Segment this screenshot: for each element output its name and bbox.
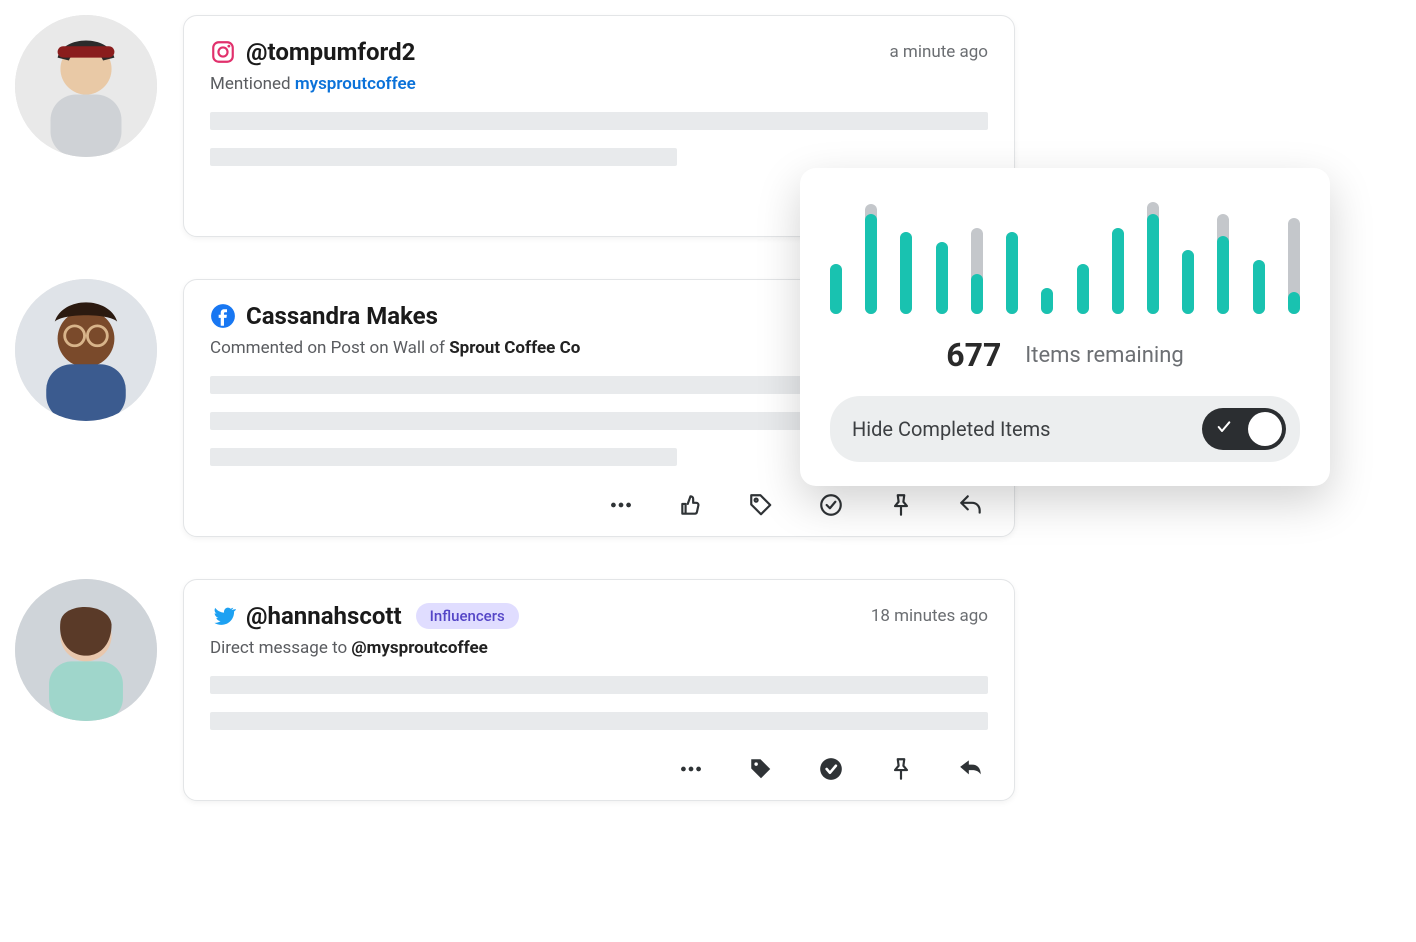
content-placeholder [210,148,677,166]
mention-link[interactable]: mysproutcoffee [295,74,416,94]
card-header: @hannahscott Influencers 18 minutes ago [210,602,988,630]
twitter-icon [210,603,236,629]
activity-line: Mentioned mysproutcoffee [210,74,988,94]
content-placeholder [210,448,677,466]
bar-remaining [936,242,948,314]
timestamp: 18 minutes ago [871,606,988,626]
card-header: @tompumford2 a minute ago [210,38,988,66]
checkmark-icon [1216,419,1232,439]
facebook-icon [210,303,236,329]
chart-bar [1217,194,1229,314]
pin-icon[interactable] [888,756,914,782]
chart-bar [1288,194,1300,314]
chart-bar [1147,194,1159,314]
chart-bar [1006,194,1018,314]
check-circle-icon[interactable] [818,492,844,518]
tag-icon[interactable] [748,492,774,518]
instagram-icon [210,39,236,65]
target-name: Sprout Coffee Co [449,338,580,358]
bar-remaining [1288,292,1300,314]
username[interactable]: @tompumford2 [246,38,415,66]
chart-bar [1182,194,1194,314]
chart-bar [1041,194,1053,314]
username[interactable]: Cassandra Makes [246,302,438,330]
activity-prefix: Direct message to [210,638,347,658]
toggle-knob [1248,412,1282,446]
hide-completed-toggle[interactable] [1202,408,1286,450]
content-placeholder [210,712,988,730]
bar-remaining [971,274,983,314]
more-icon[interactable] [608,492,634,518]
activity-prefix: Commented on Post on Wall of [210,338,445,358]
activity-prefix: Mentioned [210,74,291,94]
avatar[interactable] [15,279,157,421]
chart-bar [1112,194,1124,314]
thumbs-up-icon[interactable] [678,492,704,518]
items-label: Items remaining [1025,343,1183,368]
feed-row: @hannahscott Influencers 18 minutes ago Dir… [15,579,1015,801]
chart-bar [971,194,983,314]
action-bar [210,492,988,518]
message-card[interactable]: @hannahscott Influencers 18 minutes ago Dir… [183,579,1015,801]
hide-completed-row[interactable]: Hide Completed Items [830,396,1300,462]
chart-bar [900,194,912,314]
bar-remaining [1147,214,1159,314]
bar-remaining [1077,264,1089,314]
items-count: 677 [946,336,1001,374]
check-circle-icon[interactable] [818,756,844,782]
avatar[interactable] [15,15,157,157]
username[interactable]: @hannahscott [246,602,402,630]
items-bar-chart [830,194,1300,314]
chart-bar [1077,194,1089,314]
reply-icon[interactable] [958,492,984,518]
chart-bar [1253,194,1265,314]
more-icon[interactable] [678,756,704,782]
chart-bar [936,194,948,314]
hide-completed-label: Hide Completed Items [852,417,1050,441]
bar-remaining [1041,288,1053,314]
bar-remaining [900,232,912,314]
bar-remaining [1006,232,1018,314]
timestamp: a minute ago [889,42,988,62]
bar-remaining [1253,260,1265,314]
avatar[interactable] [15,579,157,721]
bar-remaining [1217,236,1229,314]
bar-remaining [865,214,877,314]
chart-bar [865,194,877,314]
activity-line: Direct message to @mysproutcoffee [210,638,988,658]
bar-remaining [1182,250,1194,314]
target-name: @mysproutcoffee [351,638,487,658]
action-bar [210,756,988,782]
tag-badge[interactable]: Influencers [416,603,519,629]
bar-remaining [1112,228,1124,314]
items-remaining-widget: 677 Items remaining Hide Completed Items [800,168,1330,486]
tag-icon[interactable] [748,756,774,782]
reply-icon[interactable] [958,756,984,782]
bar-remaining [830,264,842,314]
chart-bar [830,194,842,314]
items-metric: 677 Items remaining [830,336,1300,374]
content-placeholder [210,676,988,694]
content-placeholder [210,112,988,130]
pin-icon[interactable] [888,492,914,518]
